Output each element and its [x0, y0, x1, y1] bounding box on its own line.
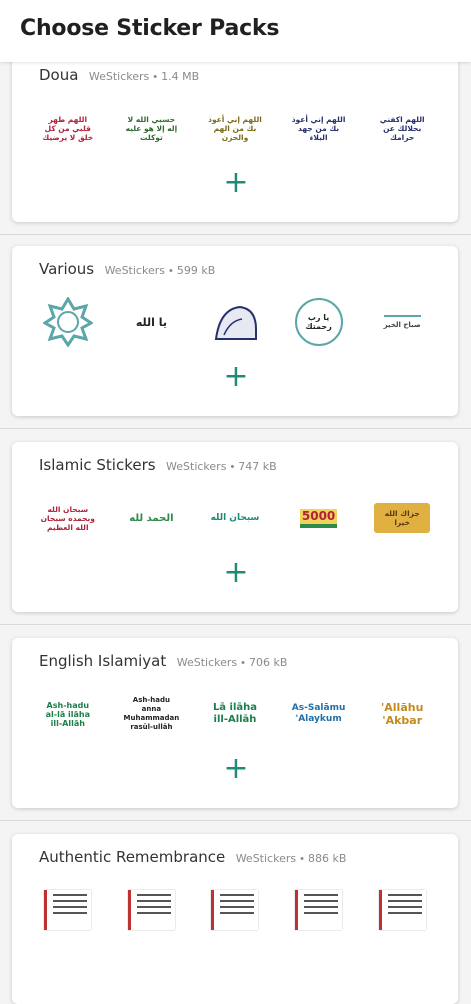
sticker-preview: يا الله [123, 294, 179, 350]
sticker-preview: سبحان الله وبحمده سبحان الله العظيم [40, 504, 95, 532]
sticker-preview: 5000 [291, 490, 347, 546]
pack-publisher: WeStickers [88, 70, 150, 83]
separator-dot: • [153, 71, 158, 83]
praying-figure-icon [214, 305, 257, 340]
pack-header: Various WeStickers • 599 kB [39, 260, 215, 279]
sticker-preview-document [123, 882, 179, 938]
pack-publisher: WeStickers [235, 852, 297, 865]
app-bar: Choose Sticker Packs [0, 0, 471, 62]
separator-dot: • [241, 657, 245, 669]
plus-icon[interactable]: + [223, 362, 249, 392]
sticker-preview: الحمد لله [129, 512, 174, 524]
pack-size: 1.4 MB [161, 70, 200, 83]
pack-size: 706 kB [248, 656, 288, 669]
pack-title: Islamic Stickers [39, 456, 156, 474]
sticker-preview: اللهم إني أعوذ بك من الهم والحزن [208, 114, 262, 142]
sticker-preview: Lā ilāha ill-Allāh [212, 702, 258, 725]
divider [0, 428, 471, 429]
sticker-text: جزاك الله خيرا [374, 503, 431, 533]
sticker-preview: جزاك الله خيرا [374, 490, 431, 546]
divider [0, 820, 471, 821]
sticker-preview-row: Ash-hadu al-lā ilāha ill-Allāh Ash-hadu … [26, 684, 444, 744]
sticker-preview-star-emblem [40, 294, 96, 350]
sticker-preview-document [40, 882, 96, 938]
sticker-text: 5000 [299, 508, 338, 528]
sticker-pack-card-islamic[interactable]: Islamic Stickers WeStickers • 747 kB سبحان… [12, 442, 458, 612]
pack-title: English Islamiyat [39, 652, 167, 670]
sticker-preview: Ash-hadu al-lā ilāha ill-Allāh [45, 700, 90, 728]
pack-size: 599 kB [176, 264, 216, 277]
divider [0, 234, 471, 235]
sticker-pack-card-various[interactable]: Various WeStickers • 599 kB يا الله يا رب [12, 246, 458, 416]
pack-header: Islamic Stickers WeStickers • 747 kB [39, 456, 277, 475]
sticker-preview: اللهم إني أعوذ بك من جهد البلاء [291, 114, 346, 142]
sticker-preview-row: سبحان الله وبحمده سبحان الله العظيم الحم… [26, 488, 444, 548]
sticker-preview: يا رب رحمتك [291, 294, 347, 350]
sticker-preview: Ash-hadu anna Muhammadan rasūl-ullāh [123, 696, 180, 731]
sticker-preview: صباح الخير [374, 294, 430, 350]
sticker-preview-document [291, 882, 347, 938]
pack-header: English Islamiyat WeStickers • 706 kB [39, 652, 287, 671]
pack-publisher: WeStickers [104, 264, 165, 277]
sticker-preview-prayer [207, 294, 263, 350]
sticker-text: صباح الخير [383, 314, 421, 330]
separator-dot: • [300, 853, 304, 865]
sticker-pack-card-english[interactable]: English Islamiyat WeStickers • 706 kB Ash-… [12, 638, 458, 808]
pack-header: Authentic Remembrance WeStickers • 886 kB [39, 848, 346, 867]
sticker-preview-document [374, 882, 430, 938]
sticker-preview: سبحان الله [210, 512, 260, 523]
pack-title: Various [39, 260, 95, 278]
sticker-preview: 'Allāhu 'Akbar [380, 701, 424, 727]
pack-title: Authentic Remembrance [39, 848, 226, 866]
sticker-preview: As-Salāmu 'Alaykum [291, 703, 346, 724]
sticker-text: يا رب رحمتك [294, 298, 343, 346]
plus-icon[interactable]: + [223, 168, 249, 198]
separator-dot: • [230, 461, 235, 473]
sticker-preview-row: اللهم طهر قلبي من كل خلق لا يرضيك حسبي ا… [26, 98, 444, 158]
sticker-preview: حسبي الله لا إله إلا هو عليه توكلت [125, 114, 178, 142]
divider [0, 624, 471, 625]
star-emblem-icon [42, 297, 93, 347]
sticker-preview-row [26, 880, 444, 940]
sticker-preview-document [207, 882, 263, 938]
pack-size: 886 kB [307, 852, 347, 865]
sticker-preview: اللهم طهر قلبي من كل خلق لا يرضيك [42, 114, 94, 142]
sticker-preview-row: يا الله يا رب رحمتك صباح الخير [26, 292, 444, 352]
plus-icon[interactable]: + [223, 754, 249, 784]
page-title: Choose Sticker Packs [20, 16, 280, 41]
pack-size: 747 kB [238, 460, 277, 473]
plus-icon[interactable]: + [223, 558, 249, 588]
separator-dot: • [168, 265, 173, 277]
pack-header: Doua WeStickers • 1.4 MB [39, 66, 199, 85]
sticker-pack-card-authentic[interactable]: Authentic Remembrance WeStickers • 886 kB [12, 834, 458, 1004]
pack-title: Doua [39, 66, 79, 84]
sticker-preview: اللهم اكفني بحلالك عن حرامك [379, 114, 425, 142]
pack-publisher: WeStickers [176, 656, 238, 669]
sticker-pack-list: Doua WeStickers • 1.4 MB اللهم طهر قلبي من… [0, 0, 471, 1004]
sticker-text: يا الله [135, 315, 167, 329]
sticker-pack-card-doua[interactable]: Doua WeStickers • 1.4 MB اللهم طهر قلبي من… [12, 52, 458, 222]
pack-publisher: WeStickers [166, 460, 227, 473]
